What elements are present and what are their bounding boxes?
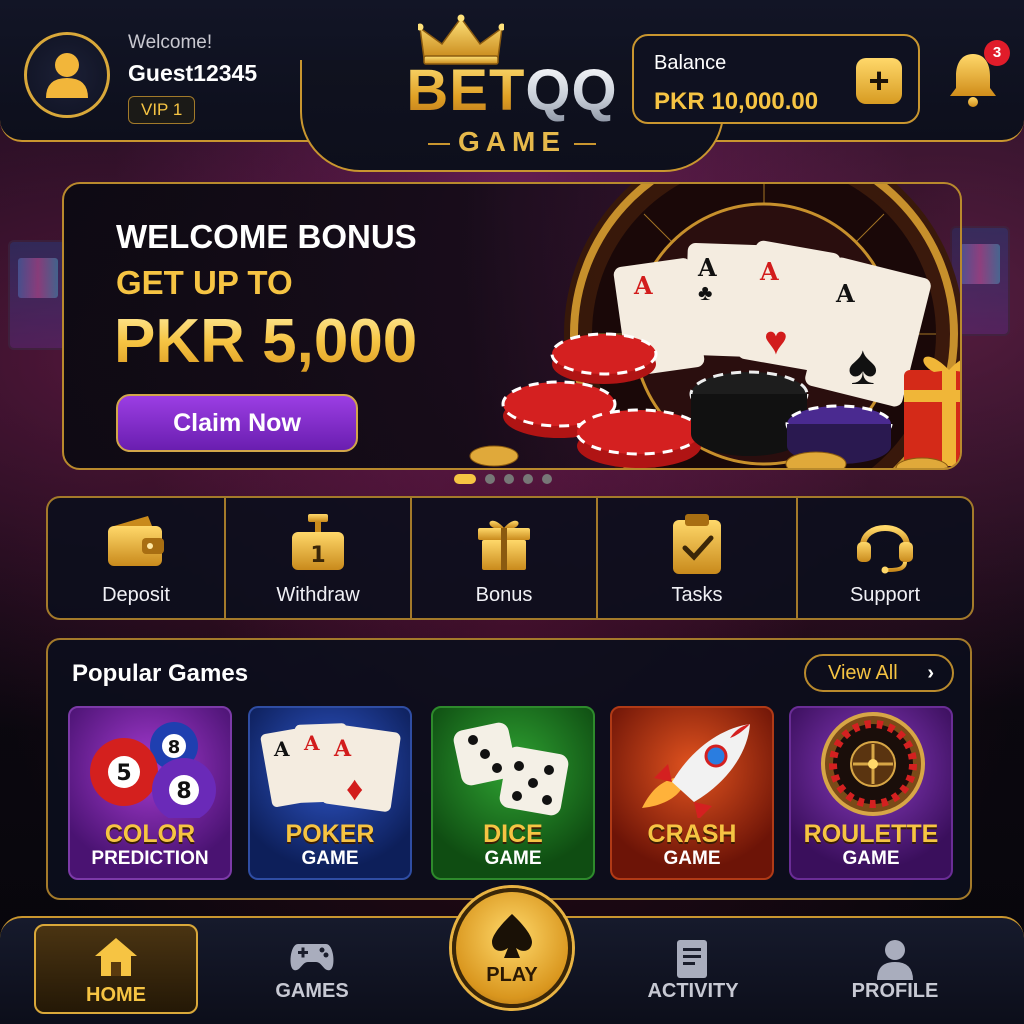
support-button[interactable]: Support [798,498,972,618]
svg-text:5: 5 [116,761,131,786]
banner-subtitle: GET UP TO [116,264,293,301]
withdraw-icon: 1 [292,514,344,570]
rocket-icon [642,724,750,820]
balance-label: Balance [654,52,727,74]
nav-games-label: GAMES [275,980,349,1002]
deposit-label: Deposit [102,584,170,606]
svg-text:A: A [633,271,653,300]
popular-games-title: Popular Games [72,660,249,687]
user-icon [46,53,88,98]
game-subtitle: GAME [842,848,900,869]
tasks-button[interactable]: Tasks [598,498,798,618]
logo-qq-text: QQ [525,58,618,123]
svg-text:♠: ♠ [848,333,878,396]
banner-carousel-indicator [454,474,552,484]
headset-icon [857,525,913,574]
banner-bonus-amount: PKR 5,000 [114,307,418,376]
svg-text:1: 1 [310,543,325,568]
gamepad-icon [290,944,334,971]
slot-machine-decoration [8,240,68,350]
home-icon [95,938,137,976]
brand-logo: BETQQ [342,62,682,120]
nav-home[interactable]: HOME [34,924,198,1014]
popular-games-section: Popular Games View All › 8 5 8 COLOR PRE… [46,638,972,900]
vip-badge[interactable]: VIP 1 [128,96,196,124]
nav-activity-label: ACTIVITY [647,980,739,1002]
carousel-dot[interactable] [542,474,552,484]
game-title: POKER [285,820,375,848]
nav-profile-label: PROFILE [851,980,939,1002]
claim-now-button[interactable]: Claim Now [116,394,358,452]
bonus-label: Bonus [475,584,533,606]
clipboard-check-icon [673,514,721,574]
withdraw-label: Withdraw [276,584,360,606]
game-subtitle: PREDICTION [91,848,209,869]
svg-text:A: A [759,257,779,286]
game-title: COLOR [104,820,196,848]
nav-games[interactable]: GAMES [230,928,394,1014]
add-funds-button[interactable]: + [856,58,902,104]
carousel-dot[interactable] [504,474,514,484]
quick-actions-bar: Deposit 1 Withdraw Bonus Tasks Support [46,496,974,620]
game-card-roulette[interactable]: ROULETTE GAME [789,706,953,880]
svg-text:8: 8 [168,737,181,758]
spade-icon [492,914,532,958]
support-label: Support [849,584,921,606]
svg-text:A: A [835,279,855,308]
game-subtitle: GAME [663,848,721,869]
game-card-color-prediction[interactable]: 8 5 8 COLOR PREDICTION [68,706,232,880]
view-all-label: View All [828,662,898,684]
game-card-crash[interactable]: CRASH GAME [610,706,774,880]
svg-text:8: 8 [176,779,191,804]
playing-cards-icon: A A A ♦ [260,723,401,812]
view-all-button[interactable]: View All › [804,654,954,692]
svg-text:A: A [273,737,290,761]
tasks-label: Tasks [671,584,723,606]
profile-icon [877,940,913,980]
balance-card: Balance PKR 10,000.00 + [632,34,920,124]
game-card-dice[interactable]: DICE GAME [431,706,595,880]
user-avatar[interactable] [24,32,110,118]
svg-text:A: A [333,736,352,762]
bonus-button[interactable]: Bonus [412,498,598,618]
banner-title: WELCOME BONUS [116,218,417,255]
wallet-icon [108,516,164,566]
nav-profile[interactable]: PROFILE [813,928,977,1014]
svg-text:A: A [697,253,717,282]
play-label: PLAY [486,964,538,986]
game-subtitle: GAME [301,848,359,869]
chevron-right-icon: › [927,662,934,684]
username: Guest12345 [128,60,258,86]
logo-bet-text: BET [406,58,526,123]
roulette-wheel-icon [821,712,925,816]
game-card-poker[interactable]: A A A ♦ POKER GAME [248,706,412,880]
withdraw-button[interactable]: 1 Withdraw [226,498,412,618]
nav-activity[interactable]: ACTIVITY [611,928,775,1014]
gift-icon [478,520,530,570]
logo-subtitle: GAME [342,126,682,158]
play-button[interactable]: PLAY [452,888,572,1008]
balance-value: PKR 10,000.00 [654,88,819,115]
carousel-dot[interactable] [485,474,495,484]
activity-document-icon [677,940,707,978]
nav-home-label: HOME [86,984,146,1006]
game-title: DICE [483,820,543,848]
game-subtitle: GAME [484,848,542,869]
game-title: CRASH [647,820,737,848]
game-title: ROULETTE [803,820,939,848]
svg-text:♥: ♥ [764,319,788,363]
notification-count-badge: 3 [984,40,1010,66]
welcome-text: Welcome! [128,32,213,53]
welcome-bonus-banner[interactable]: A A ♣ A ♥ A ♠ WELCOME BONUS GET UP TO PK… [62,182,962,470]
deposit-button[interactable]: Deposit [48,498,226,618]
logo-subtitle-text: GAME [458,126,566,157]
carousel-dot-active[interactable] [454,474,476,484]
svg-text:A: A [303,731,320,755]
lottery-balls-icon: 8 5 8 [90,722,216,822]
svg-text:♣: ♣ [698,280,712,305]
svg-text:♦: ♦ [346,770,363,808]
carousel-dot[interactable] [523,474,533,484]
casino-art-illustration: A A ♣ A ♥ A ♠ [469,184,960,468]
dice-icon [453,722,569,816]
